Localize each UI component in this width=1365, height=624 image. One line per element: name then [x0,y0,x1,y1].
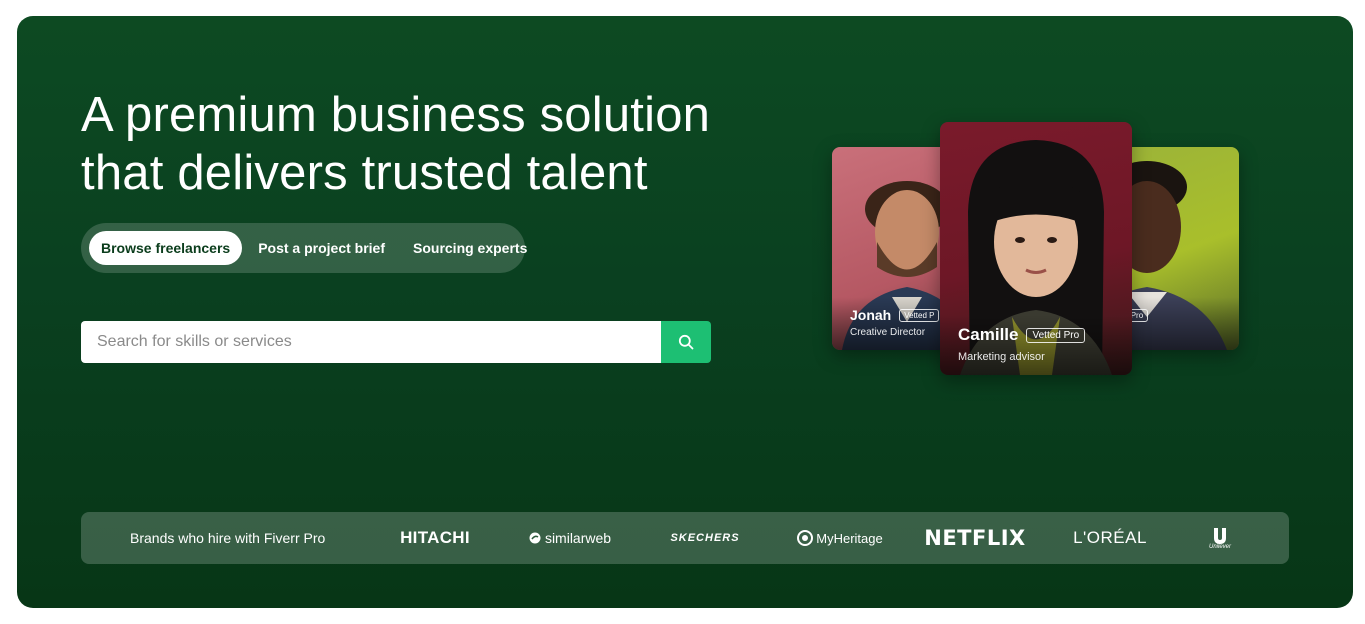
myheritage-mark-icon [797,530,814,546]
vetted-badge: Vetted Pro [1026,327,1086,343]
headline-line-2: that delivers trusted talent [81,146,648,200]
hitachi-logo: HITACHI [400,528,470,547]
card-caption: Camille Vetted Pro Marketing advisor [940,315,1132,375]
hero-headline: A premium business solution that deliver… [81,86,761,202]
search-button[interactable] [661,321,711,363]
similarweb-text: similarweb [544,530,612,546]
search-input[interactable] [81,321,661,363]
netflix-logo: NETFLIX [924,526,1026,550]
unilever-logo: Unilever [1180,526,1260,550]
brands-label: Brands who hire with Fiverr Pro [130,530,326,546]
skechers-logo: SKECHERS [670,532,740,544]
vetted-badge: Vetted P [899,308,940,322]
myheritage-text: MyHeritage [816,530,883,546]
freelancer-role: Marketing advisor [958,351,1045,363]
unilever-text: Unilever [1208,544,1231,550]
hero-section: A premium business solution that deliver… [17,16,1353,608]
search-icon [678,334,694,350]
unilever-mark-icon [1214,528,1226,544]
mode-tabs: Browse freelancers Post a project brief … [81,223,527,273]
tab-sourcing-experts[interactable]: Sourcing experts [401,231,539,265]
freelancer-name: Camille [958,325,1019,344]
similarweb-mark-icon [529,532,541,544]
similarweb-logo: similarweb [500,530,640,546]
loreal-logo: L'ORÉAL [1073,528,1147,547]
tab-post-project-brief[interactable]: Post a project brief [246,231,397,265]
search-bar [81,321,711,363]
headline-line-1: A premium business solution [81,88,711,142]
tab-browse-freelancers[interactable]: Browse freelancers [89,231,243,265]
brands-bar: Brands who hire with Fiverr Pro HITACHI … [81,512,1289,564]
myheritage-logo: MyHeritage [770,530,910,546]
freelancer-name: Jonah [850,307,892,323]
freelancer-card-camille[interactable]: Camille Vetted Pro Marketing advisor [940,122,1132,375]
